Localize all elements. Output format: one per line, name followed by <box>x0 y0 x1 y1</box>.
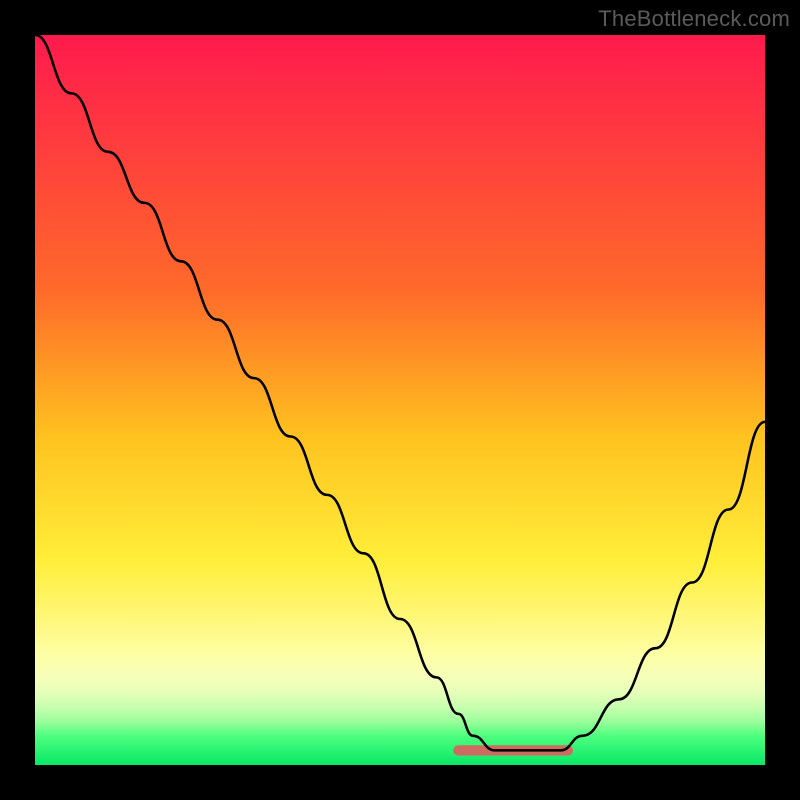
curve-layer <box>35 35 765 765</box>
attribution-label: TheBottleneck.com <box>598 6 790 32</box>
plot-area <box>35 35 765 765</box>
main-curve <box>35 35 765 750</box>
chart-container: TheBottleneck.com <box>0 0 800 800</box>
